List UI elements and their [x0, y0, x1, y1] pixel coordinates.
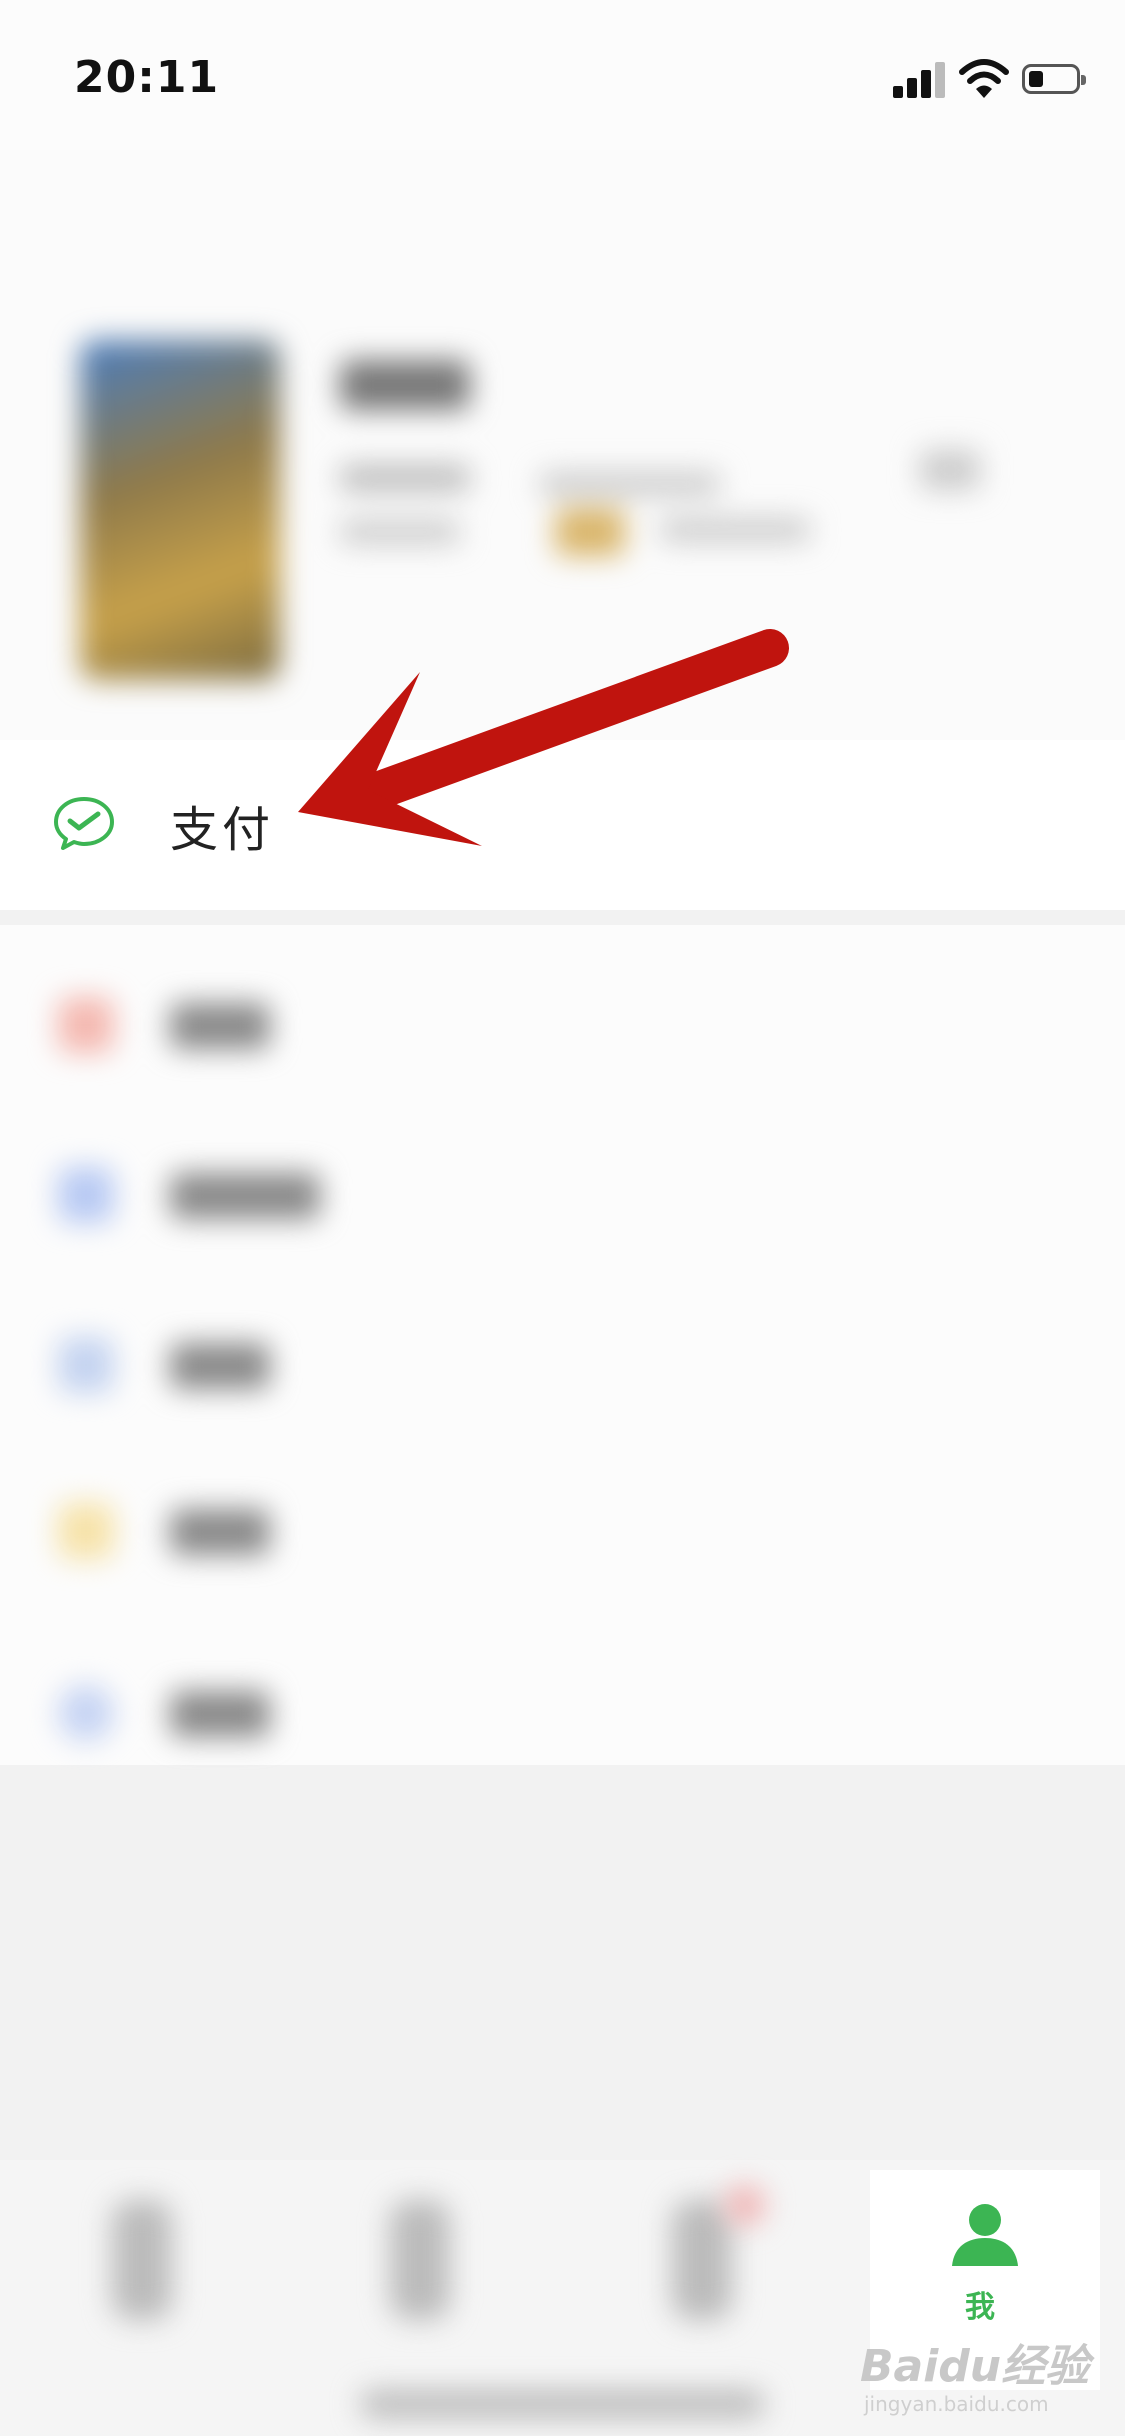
- menu-item-moments[interactable]: [0, 1085, 1125, 1245]
- stickers-icon: [58, 1503, 114, 1559]
- watermark-logo: Baidu经验: [860, 2341, 1090, 2392]
- menu-item-label-blurred: [170, 1173, 320, 1219]
- friend-avatar-blurred: [555, 508, 625, 556]
- menu-item-settings[interactable]: [0, 1605, 1125, 1765]
- menu-item-cards[interactable]: [0, 1255, 1125, 1415]
- menu-item-label-blurred: [170, 1691, 270, 1737]
- signal-icon: [893, 62, 947, 98]
- tab-me-label: 我: [965, 2290, 995, 2325]
- status-blurred: [540, 472, 720, 496]
- menu-item-label-blurred: [170, 1343, 270, 1389]
- friend-status-blurred: [660, 518, 810, 542]
- wechat-pay-icon: [54, 797, 114, 850]
- menu-list: [0, 925, 1125, 1765]
- menu-item-label-blurred: [170, 1003, 270, 1049]
- tab-chats[interactable]: [112, 2200, 172, 2320]
- status-bar: 20:11: [0, 0, 1125, 150]
- profile-header[interactable]: [0, 150, 1125, 740]
- status-button-blurred[interactable]: [340, 520, 460, 544]
- cards-icon: [58, 1337, 114, 1393]
- home-indicator[interactable]: [360, 2390, 765, 2418]
- menu-item-label-blurred: [170, 1509, 270, 1555]
- menu-item-pay[interactable]: 支付: [0, 740, 1125, 910]
- qr-code-icon[interactable]: [920, 450, 980, 490]
- person-icon: [952, 2204, 1018, 2266]
- status-time: 20:11: [74, 52, 220, 103]
- tab-discover[interactable]: [672, 2200, 732, 2320]
- wechat-id-blurred: [340, 465, 470, 491]
- favorites-icon: [58, 997, 114, 1053]
- battery-icon: [1022, 64, 1086, 94]
- nickname-blurred: [340, 360, 470, 410]
- menu-item-pay-label: 支付: [170, 802, 275, 858]
- menu-item-stickers[interactable]: [0, 1425, 1125, 1585]
- wifi-icon: [959, 59, 1009, 98]
- menu-item-favorites[interactable]: [0, 925, 1125, 1085]
- settings-icon: [58, 1685, 114, 1741]
- discover-badge: [725, 2185, 765, 2225]
- tab-contacts[interactable]: [390, 2200, 450, 2320]
- avatar[interactable]: [80, 340, 280, 680]
- watermark-url: jingyan.baidu.com: [864, 2392, 1049, 2416]
- moments-icon: [58, 1167, 114, 1223]
- baidu-watermark: Baidu经验 jingyan.baidu.com: [860, 2330, 1120, 2430]
